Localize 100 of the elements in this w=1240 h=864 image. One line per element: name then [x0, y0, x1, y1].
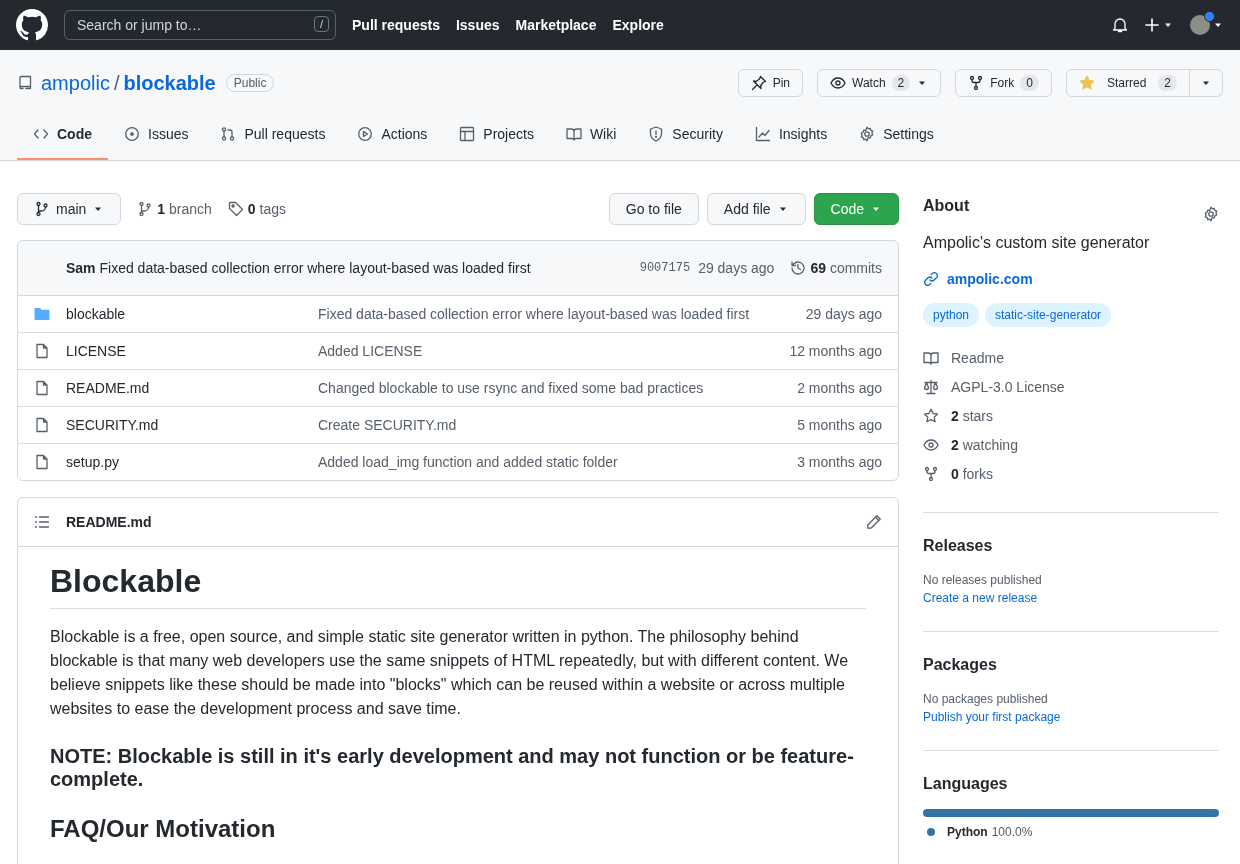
settings-icon [1203, 206, 1219, 222]
play-icon [357, 126, 374, 142]
star-count: 2 [1158, 75, 1177, 91]
readme-note: NOTE: Blockable is still in it's early development and may not function or be feature-complete. [50, 745, 855, 791]
tags-link[interactable]: 0 tags [227, 201, 286, 217]
nav-link[interactable]: Marketplace [515, 17, 597, 33]
commit-message-link[interactable]: Create SECURITY.md [318, 417, 798, 433]
commit-count: 69 commits [810, 260, 882, 276]
file-commit-time: 5 months ago [797, 417, 882, 433]
fork-count: 0 [1020, 75, 1039, 91]
readme-paragraph: Blockable is a free, open source, and simple static site generator written in python. The philosophy behind blockable is that many web developers use the same snippets of HTML repeatedly, but with different content. We believe snippets like these should be made into "blocks" which can be reused within a website or across multiple websites to ease the development process and save time. [50, 627, 850, 719]
branch-icon [137, 201, 154, 217]
branch-count: 1 branch [157, 201, 212, 217]
stat-text: 2 stars [951, 407, 994, 424]
file-icon [34, 417, 50, 433]
octocat-logo-icon[interactable] [16, 9, 48, 41]
nav-link[interactable]: Explore [612, 17, 664, 33]
link-icon [923, 271, 939, 287]
repo-tab[interactable]: Security [632, 110, 739, 160]
repo-stat-link[interactable]: AGPL-3.0 License [923, 372, 1219, 401]
file-name-link[interactable]: blockable [66, 306, 318, 322]
repo-tab[interactable]: Pull requests [204, 110, 342, 160]
graph-icon [754, 126, 771, 142]
publish-package-link[interactable]: Publish your first package [923, 708, 1219, 726]
releases-heading[interactable]: Releases [923, 537, 1219, 555]
topic-tag[interactable]: static-site-generator [985, 303, 1112, 327]
repo-tab[interactable]: Issues [108, 110, 205, 160]
commit-time: 29 days ago [698, 260, 775, 276]
watch-count: 2 [891, 75, 911, 91]
path-separator: / [113, 71, 120, 95]
packages-note: No packages published [923, 691, 1049, 708]
list-icon [34, 514, 50, 530]
star-button[interactable]: Starred 2 [1065, 69, 1190, 97]
book-icon [565, 126, 582, 142]
commits-link[interactable]: 69 commits [790, 260, 882, 276]
topic-tag[interactable]: python [923, 303, 980, 327]
repository-description: Ampolic's custom site generator [923, 233, 1151, 253]
star-list-dropdown-button[interactable] [1190, 69, 1223, 97]
stat-text: 2 watching [951, 436, 1018, 453]
file-name-link[interactable]: LICENSE [66, 343, 318, 359]
settings-button[interactable] [1203, 206, 1219, 222]
watch-button[interactable]: Watch 2 [817, 69, 942, 97]
eye-icon [830, 75, 846, 91]
bell-icon [1112, 17, 1128, 33]
scale-icon [923, 378, 939, 395]
file-commit-time: 3 months ago [797, 454, 882, 470]
history-icon [790, 260, 807, 276]
nav-link[interactable]: Issues [455, 17, 500, 33]
commit-message-link[interactable]: Added load_img function and added static folder [318, 454, 798, 470]
website-url: ampolic.com [947, 271, 1033, 287]
avatar [1190, 15, 1210, 35]
repo-tab[interactable]: Projects [443, 110, 550, 160]
file-icon [34, 343, 50, 359]
repo-tab[interactable]: Actions [341, 110, 444, 160]
fork-button[interactable]: Fork 0 [955, 69, 1052, 97]
edit-button[interactable] [866, 514, 882, 530]
pencil-icon [866, 514, 882, 530]
gear-icon [859, 126, 876, 142]
file-commit-time: 12 months ago [789, 343, 882, 359]
latest-commit-message[interactable]: Sam Fixed data-based collection error where layout-based was loaded first [66, 260, 531, 276]
branch-select-button[interactable]: main [17, 193, 122, 225]
website-link[interactable]: ampolic.com [923, 271, 1219, 287]
create-release-link[interactable]: Create a new release [923, 589, 1219, 607]
stat-text: Readme [951, 349, 1004, 366]
about-heading: About [923, 197, 970, 215]
repo-tab[interactable]: Insights [738, 110, 844, 160]
packages-heading[interactable]: Packages [923, 656, 1219, 674]
commit-sha[interactable]: 9007175 [639, 261, 691, 275]
file-icon [34, 380, 50, 396]
owner-link[interactable]: ampolic [41, 71, 110, 95]
file-name-link[interactable]: SECURITY.md [66, 417, 318, 433]
tag-count: 0 tags [247, 201, 286, 217]
add-file-button[interactable]: Add file [706, 193, 806, 225]
repo-tab[interactable]: Settings [843, 110, 950, 160]
commit-message-link[interactable]: Fixed data-based collection error where layout-based was loaded first [318, 306, 806, 322]
go-to-file-button[interactable]: Go to file [608, 193, 699, 225]
repo-tab[interactable]: Code [17, 110, 108, 160]
branch-icon [34, 201, 50, 217]
language-name[interactable]: Python [947, 825, 988, 839]
repo-stat-link[interactable]: 2 watching [923, 430, 1219, 459]
commit-message-link[interactable]: Added LICENSE [318, 343, 790, 359]
commit-message-link[interactable]: Changed blockable to use rsync and fixed some bad practices [318, 380, 798, 396]
branches-link[interactable]: 1 branch [137, 201, 212, 217]
keyboard-shortcut-key: / [313, 16, 329, 32]
readme-subheading: FAQ/Our Motivation [50, 815, 277, 843]
repo-stat-link[interactable]: 0 forks [923, 459, 1219, 488]
pin-button[interactable]: Pin [737, 69, 803, 97]
languages-heading: Languages [923, 775, 1009, 793]
repo-stat-link[interactable]: Readme [923, 343, 1219, 372]
file-name-link[interactable]: setup.py [66, 454, 318, 470]
eye-icon [923, 436, 939, 453]
repository-name-link[interactable]: blockable [123, 71, 216, 95]
repo-stat-link[interactable]: 2 stars [923, 401, 1219, 430]
table-of-contents-button[interactable] [34, 514, 50, 530]
repo-tab[interactable]: Wiki [549, 110, 633, 160]
notifications-button[interactable] [1112, 17, 1128, 33]
star-filled-icon [1078, 75, 1095, 91]
stat-text: 0 forks [951, 465, 994, 482]
file-name-link[interactable]: README.md [66, 380, 318, 396]
nav-link[interactable]: Pull requests [352, 17, 440, 33]
